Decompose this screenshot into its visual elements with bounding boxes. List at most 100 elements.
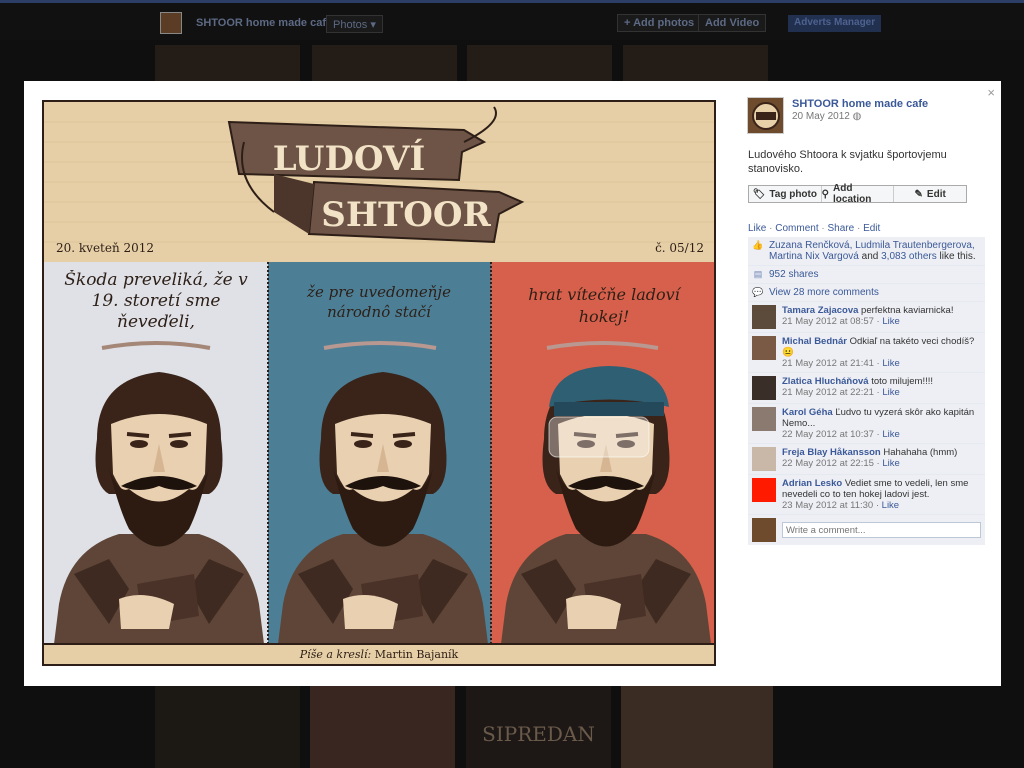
comment-time[interactable]: 22 May 2012 at 22:15 <box>782 458 874 469</box>
add-location-label: Add location <box>833 183 872 205</box>
comment-like-link[interactable]: Like <box>882 458 899 469</box>
panel-2-text: že pre uvedomeňje národnô stačí <box>307 283 451 321</box>
comic-issue-number: č. 05/12 <box>655 241 704 255</box>
post-links: Like · Comment · Share · Edit <box>748 223 881 234</box>
comment-text: toto milujem!!!! <box>871 376 934 387</box>
background-photo-thumb[interactable] <box>467 45 612 81</box>
write-comment-input[interactable] <box>782 522 981 538</box>
comment-like-link[interactable]: Like <box>882 387 899 398</box>
background-photo-thumb[interactable]: SIPREDAN <box>466 686 611 768</box>
background-thumb-text: SIPREDAN <box>482 722 595 746</box>
photo-action-buttons: 🏷 Tag photo ⚲ Add location ✎ Edit <box>748 183 967 205</box>
share-link[interactable]: Share <box>828 223 855 234</box>
globe-icon: ◍ <box>852 111 862 122</box>
location-pin-icon: ⚲ <box>821 188 829 200</box>
panel-3-text: hrat vítečňe ladoví hokej! <box>528 285 680 326</box>
photo-caption: Ludového Shtoora k svjatku športovjemu s… <box>748 149 947 175</box>
comment-item: Adrian Lesko Vediet sme to vedeli, len s… <box>748 475 985 515</box>
background-photo-thumb[interactable] <box>312 45 457 81</box>
comment-item: Zlatica Hlucháňová toto milujem!!!! 21 M… <box>748 373 985 404</box>
comment-author-link[interactable]: Adrian Lesko <box>782 478 842 489</box>
thumbs-up-icon: 👍 <box>752 240 764 250</box>
shares-row: ▤ 952 shares <box>748 266 985 284</box>
comment-time[interactable]: 23 May 2012 at 11:30 <box>782 500 873 511</box>
page-name-link[interactable]: SHTOOR home made cafe <box>792 98 928 110</box>
comment-text: Hahahaha (hmm) <box>883 447 958 458</box>
comment-time[interactable]: 21 May 2012 at 08:57 <box>782 316 874 327</box>
background-photo-thumb[interactable] <box>623 45 768 81</box>
comment-time[interactable]: 21 May 2012 at 21:41 <box>782 358 874 369</box>
comment-author-link[interactable]: Tamara Zajacova <box>782 305 858 316</box>
comment-item: Freja Blay Håkansson Hahahaha (hmm) 22 M… <box>748 444 985 475</box>
credit-prefix: Píše a kreslí: <box>299 648 371 661</box>
share-icon: ▤ <box>753 269 763 279</box>
photo-image[interactable]: LUDOVÍ SHTOOR 20. kveteň 2012 č. 05/12 Š… <box>42 100 716 666</box>
like-link[interactable]: Like <box>748 223 766 234</box>
commenter-avatar[interactable] <box>752 447 776 471</box>
comment-like-link[interactable]: Like <box>882 500 899 511</box>
comment-link[interactable]: Comment <box>775 223 818 234</box>
background-page-title[interactable]: SHTOOR home made cafe <box>196 17 332 29</box>
comment-author-link[interactable]: Karol Géha <box>782 407 833 418</box>
chevron-down-icon: ▾ <box>370 19 376 31</box>
shtoor-logo-icon <box>751 101 780 130</box>
comment-time[interactable]: 22 May 2012 at 10:37 <box>782 429 874 440</box>
close-icon[interactable]: × <box>987 85 995 100</box>
comment-meta: 22 May 2012 at 10:37 · Like <box>782 429 900 440</box>
likes-suffix-text: like this. <box>939 251 976 262</box>
current-user-avatar <box>752 518 776 542</box>
background-photo-thumb[interactable] <box>155 686 300 768</box>
comment-time[interactable]: 21 May 2012 at 22:21 <box>782 387 874 398</box>
background-add-video-button[interactable]: Add Video <box>698 14 767 32</box>
comment-meta: 22 May 2012 at 22:15 · Like <box>782 458 900 469</box>
tag-photo-label: Tag photo <box>769 188 817 200</box>
tag-photo-button[interactable]: 🏷 Tag photo <box>749 186 822 202</box>
background-section-label: Photos <box>333 19 368 31</box>
comment-author-link[interactable]: Zlatica Hlucháňová <box>782 376 869 387</box>
background-add-photos-button[interactable]: + Add photos <box>617 14 702 32</box>
comment-author-link[interactable]: Freja Blay Håkansson <box>782 447 881 458</box>
add-location-button[interactable]: ⚲ Add location <box>821 183 895 205</box>
comment-like-link[interactable]: Like <box>882 316 899 327</box>
comment-item: Michal Bednár Odkiaľ na takéto veci chod… <box>748 333 985 373</box>
comment-meta: 21 May 2012 at 22:21 · Like <box>782 387 900 398</box>
comment-text: perfektna kaviarnicka! <box>861 305 954 316</box>
commenter-avatar[interactable] <box>752 305 776 329</box>
background-photo-thumb[interactable] <box>155 45 300 81</box>
commenter-avatar[interactable] <box>752 376 776 400</box>
shares-link[interactable]: 952 shares <box>769 269 818 280</box>
feedback-panel: 👍 Zuzana Renčková, Ludmila Trautenberger… <box>748 237 985 545</box>
comment-meta: 23 May 2012 at 11:30 · Like <box>782 500 900 511</box>
background-section-dropdown[interactable]: Photos ▾ <box>326 15 383 33</box>
panel-1-text: Škoda preveliká, že v 19. storetí sme ňe… <box>64 270 248 332</box>
view-comments-row: 💬 View 28 more comments <box>748 284 985 302</box>
page-avatar[interactable] <box>747 97 784 134</box>
comment-like-link[interactable]: Like <box>882 429 899 440</box>
background-adverts-manager-button[interactable]: Adverts Manager <box>788 15 882 32</box>
likes-others-link[interactable]: 3,083 others <box>881 251 937 262</box>
tag-icon: 🏷 <box>752 188 766 200</box>
comment-author-link[interactable]: Michal Bednár <box>782 336 847 347</box>
comic-credit: Píše a kreslí: Martin Bajaník <box>299 648 459 661</box>
post-date-text: 20 May 2012 <box>792 111 850 122</box>
comment-item: Karol Géha Ľudvo tu vyzerá skôr ako kapi… <box>748 404 985 444</box>
background-photo-thumb[interactable] <box>310 686 455 768</box>
commenter-avatar[interactable] <box>752 478 776 502</box>
write-comment-row <box>748 515 985 545</box>
post-date[interactable]: 20 May 2012 ◍ <box>792 111 861 122</box>
edit-button[interactable]: ✎ Edit <box>894 186 966 202</box>
likes-and-text: and <box>861 251 879 262</box>
banner-title-line1: LUDOVÍ <box>273 138 426 179</box>
comment-bubble-icon: 💬 <box>752 287 764 297</box>
pencil-icon: ✎ <box>914 188 923 200</box>
comment-item: Tamara Zajacova perfektna kaviarnicka! 2… <box>748 302 985 333</box>
comic-illustration: LUDOVÍ SHTOOR 20. kveteň 2012 č. 05/12 Š… <box>44 102 714 664</box>
commenter-avatar[interactable] <box>752 336 776 360</box>
comment-meta: 21 May 2012 at 08:57 · Like <box>782 316 900 327</box>
background-photo-thumb[interactable] <box>621 686 773 768</box>
photo-lightbox: × LUDOVÍ SHTOOR 20. kveteň 2012 č. 05/12… <box>24 81 1001 686</box>
edit-link[interactable]: Edit <box>863 223 880 234</box>
view-more-comments-link[interactable]: View 28 more comments <box>769 287 879 298</box>
commenter-avatar[interactable] <box>752 407 776 431</box>
comment-like-link[interactable]: Like <box>882 358 899 369</box>
